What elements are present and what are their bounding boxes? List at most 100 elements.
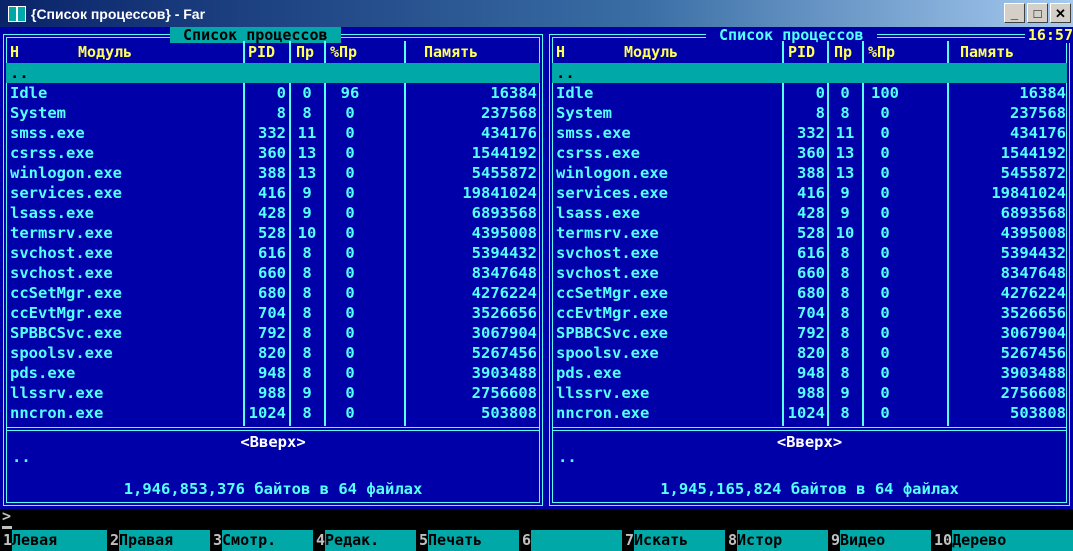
process-name: smss.exe <box>556 124 631 142</box>
close-button[interactable]: ✕ <box>1050 3 1071 23</box>
process-row[interactable]: pds.exe 948 8 0 3903488 <box>6 363 540 383</box>
fkey-1[interactable]: 1 Левая <box>0 530 107 551</box>
fkey-10[interactable]: 10 Дерево <box>931 530 1073 551</box>
process-row[interactable]: ccEvtMgr.exe 704 8 0 3526656 <box>552 303 1067 323</box>
parent-dir-row[interactable]: .. <box>6 63 540 83</box>
minimize-button[interactable]: _ <box>1004 3 1025 23</box>
process-cpu: 0 <box>880 204 890 222</box>
process-name: ccSetMgr.exe <box>556 284 668 302</box>
fkey-2[interactable]: 2 Правая <box>107 530 210 551</box>
process-row[interactable]: Idle 0 0 100 16384 <box>552 83 1067 103</box>
process-row[interactable]: nncron.exe 1024 8 0 503808 <box>6 403 540 423</box>
process-row[interactable]: svchost.exe 660 8 0 8347648 <box>552 263 1067 283</box>
process-row[interactable]: ccSetMgr.exe 680 8 0 4276224 <box>552 283 1067 303</box>
fkey-3[interactable]: 3 Смотр. <box>210 530 313 551</box>
process-row[interactable]: ccSetMgr.exe 680 8 0 4276224 <box>6 283 540 303</box>
process-name: SPBBCSvc.exe <box>10 324 122 342</box>
column-header-memory[interactable]: Память <box>424 41 478 63</box>
column-header-n[interactable]: Н <box>556 41 565 63</box>
process-name: llssrv.exe <box>10 384 104 402</box>
process-row[interactable]: System 8 8 0 237568 <box>552 103 1067 123</box>
process-name: termsrv.exe <box>556 224 659 242</box>
process-row[interactable]: csrss.exe 360 13 0 1544192 <box>6 143 540 163</box>
process-list[interactable]: Н Модуль PID Пр %Пр Память .. Idle 0 0 100 16… <box>552 41 1067 426</box>
fkey-6[interactable]: 6 <box>519 530 622 551</box>
process-row[interactable]: Idle 0 0 96 16384 <box>6 83 540 103</box>
process-row[interactable]: smss.exe 332 11 0 434176 <box>552 123 1067 143</box>
process-priority: 0 <box>302 84 312 102</box>
process-cpu: 0 <box>880 404 890 422</box>
process-pid: 792 <box>258 324 286 342</box>
left-panel[interactable]: Список процессов Н Модуль PID Пр %Пр Пам… <box>0 27 546 509</box>
process-memory: 8347648 <box>471 264 537 282</box>
process-row[interactable]: svchost.exe 616 8 0 5394432 <box>6 243 540 263</box>
process-list[interactable]: Н Модуль PID Пр %Пр Память .. Idle 0 0 96 163… <box>6 41 540 426</box>
column-header-memory[interactable]: Память <box>960 41 1014 63</box>
process-priority: 9 <box>302 204 312 222</box>
process-memory: 8347648 <box>1000 264 1066 282</box>
process-row[interactable]: spoolsv.exe 820 8 0 5267456 <box>552 343 1067 363</box>
process-priority: 8 <box>840 404 850 422</box>
process-row[interactable]: SPBBCSvc.exe 792 8 0 3067904 <box>6 323 540 343</box>
fkey-8[interactable]: 8 Истор <box>725 530 828 551</box>
process-priority: 13 <box>297 164 317 182</box>
process-priority: 8 <box>302 244 312 262</box>
process-row[interactable]: SPBBCSvc.exe 792 8 0 3067904 <box>552 323 1067 343</box>
process-row[interactable]: spoolsv.exe 820 8 0 5267456 <box>6 343 540 363</box>
process-row[interactable]: svchost.exe 660 8 0 8347648 <box>6 263 540 283</box>
process-row[interactable]: System 8 8 0 237568 <box>6 103 540 123</box>
process-row[interactable]: lsass.exe 428 9 0 6893568 <box>552 203 1067 223</box>
maximize-button[interactable]: □ <box>1027 3 1048 23</box>
process-row[interactable]: ccEvtMgr.exe 704 8 0 3526656 <box>6 303 540 323</box>
process-priority: 13 <box>297 144 317 162</box>
right-panel[interactable]: Список процессов 16:57 Н Модуль PID Пр %… <box>546 27 1073 509</box>
process-row[interactable]: lsass.exe 428 9 0 6893568 <box>6 203 540 223</box>
process-row[interactable]: pds.exe 948 8 0 3903488 <box>552 363 1067 383</box>
process-row[interactable]: llssrv.exe 988 9 0 2756608 <box>552 383 1067 403</box>
process-row[interactable]: winlogon.exe 388 13 0 5455872 <box>6 163 540 183</box>
process-cpu: 0 <box>345 224 355 242</box>
process-row[interactable]: termsrv.exe 528 10 0 4395008 <box>6 223 540 243</box>
process-row[interactable]: services.exe 416 9 0 19841024 <box>552 183 1067 203</box>
column-header-pid[interactable]: PID <box>788 41 815 63</box>
process-pid: 332 <box>797 124 825 142</box>
command-line-input[interactable] <box>2 526 12 529</box>
fkey-4[interactable]: 4 Редак. <box>313 530 416 551</box>
process-row[interactable]: services.exe 416 9 0 19841024 <box>6 183 540 203</box>
far-console: Список процессов Н Модуль PID Пр %Пр Пам… <box>0 27 1073 551</box>
column-header-priority[interactable]: Пр <box>834 41 852 63</box>
column-header-priority[interactable]: Пр <box>296 41 314 63</box>
process-row[interactable]: svchost.exe 616 8 0 5394432 <box>552 243 1067 263</box>
process-cpu: 0 <box>880 244 890 262</box>
fkey-5[interactable]: 5 Печать <box>416 530 519 551</box>
fkey-7[interactable]: 7 Искать <box>622 530 725 551</box>
process-cpu: 0 <box>345 344 355 362</box>
fkey-label: Левая <box>12 530 107 551</box>
column-header-n[interactable]: Н <box>10 41 19 63</box>
process-memory: 434176 <box>481 124 537 142</box>
process-row[interactable]: winlogon.exe 388 13 0 5455872 <box>552 163 1067 183</box>
parent-dir-row[interactable]: .. <box>552 63 1067 83</box>
process-priority: 8 <box>840 104 850 122</box>
column-header-module[interactable]: Модуль <box>78 41 132 63</box>
info-line: .. <Вверх> <box>10 433 536 473</box>
window-title-bar[interactable]: {Список процессов} - Far _ □ ✕ <box>0 0 1073 27</box>
process-priority: 8 <box>302 324 312 342</box>
process-priority: 8 <box>302 304 312 322</box>
column-header-pid[interactable]: PID <box>248 41 275 63</box>
process-row[interactable]: llssrv.exe 988 9 0 2756608 <box>6 383 540 403</box>
column-header-module[interactable]: Модуль <box>624 41 678 63</box>
column-header-cpu[interactable]: %Пр <box>330 41 357 63</box>
column-header-cpu[interactable]: %Пр <box>868 41 895 63</box>
process-memory: 5455872 <box>1000 164 1066 182</box>
process-cpu: 0 <box>345 264 355 282</box>
process-row[interactable]: csrss.exe 360 13 0 1544192 <box>552 143 1067 163</box>
process-pid: 820 <box>258 344 286 362</box>
process-row[interactable]: termsrv.exe 528 10 0 4395008 <box>552 223 1067 243</box>
process-row[interactable]: smss.exe 332 11 0 434176 <box>6 123 540 143</box>
process-cpu: 0 <box>880 184 890 202</box>
fkey-9[interactable]: 9 Видео <box>828 530 931 551</box>
info-line: .. <Вверх> <box>556 433 1063 473</box>
process-memory: 2756608 <box>1000 384 1066 402</box>
process-row[interactable]: nncron.exe 1024 8 0 503808 <box>552 403 1067 423</box>
